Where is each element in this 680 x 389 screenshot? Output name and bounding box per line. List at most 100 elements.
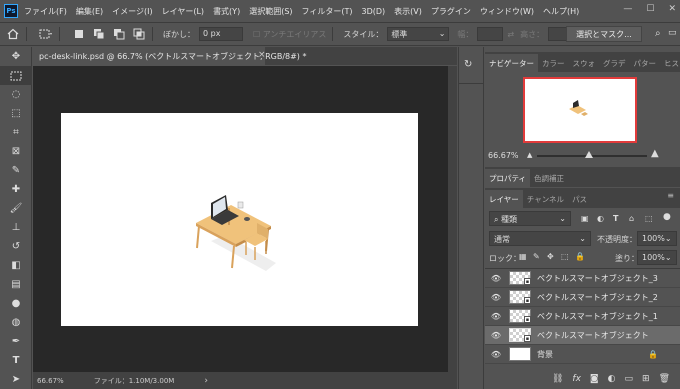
fx-icon[interactable]: fx — [572, 374, 581, 384]
document-tab[interactable]: pc-desk-link.psd @ 66.7% (ベクトルスマートオブジェクト… — [33, 47, 306, 65]
layer-filter-select[interactable]: ⌕ 種類 ⌄ — [489, 211, 571, 226]
zoom-slider-knob[interactable] — [585, 151, 593, 158]
type-tool-icon[interactable]: T — [0, 351, 32, 370]
lock-image-icon[interactable]: ✎ — [533, 252, 540, 261]
home-icon[interactable] — [6, 27, 20, 41]
tab-adjustments[interactable]: 色調補正 — [530, 169, 568, 187]
object-select-tool-icon[interactable]: ⬚ — [0, 104, 32, 123]
menu-type[interactable]: 書式(Y) — [213, 6, 240, 17]
brush-tool-icon[interactable]: 🖌 — [0, 199, 32, 218]
add-selection-icon[interactable] — [92, 27, 106, 41]
dodge-tool-icon[interactable]: ◍ — [0, 313, 32, 332]
lock-all-icon[interactable]: 🔒 — [575, 252, 585, 261]
layers-panel-menu-icon[interactable]: ≡ — [667, 191, 674, 200]
tab-properties[interactable]: プロパティ — [485, 169, 531, 187]
layer-row[interactable]: 👁 ▪ ベクトルスマートオブジェクト_3 — [485, 269, 680, 288]
zoom-out-icon[interactable]: ▲ — [527, 151, 532, 159]
folder-icon[interactable]: ▭ — [625, 374, 634, 384]
trash-icon[interactable]: 🗑 — [659, 374, 670, 384]
width-input[interactable] — [477, 27, 504, 41]
fill-input[interactable]: 100%⌄ — [637, 250, 677, 265]
menu-edit[interactable]: 編集(E) — [76, 6, 103, 17]
pen-tool-icon[interactable]: ✒ — [0, 332, 32, 351]
rect-marquee-preset-icon[interactable] — [39, 27, 53, 41]
antialias-checkbox[interactable]: ☐ アンチエイリアス — [253, 29, 326, 40]
intersect-selection-icon[interactable] — [132, 27, 146, 41]
tab-paths[interactable]: パス — [568, 190, 591, 208]
new-selection-icon[interactable] — [72, 27, 86, 41]
close-document-icon[interactable]: × — [258, 50, 266, 60]
workspace-icon[interactable]: ▭ — [668, 28, 677, 38]
link-icon[interactable]: ⛓ — [552, 374, 563, 384]
filter-toggle-icon[interactable]: ● — [663, 212, 671, 222]
menu-image[interactable]: イメージ(I) — [112, 6, 152, 17]
opacity-input[interactable]: 100%⌄ — [637, 231, 677, 246]
layer-name[interactable]: ベクトルスマートオブジェクト_1 — [537, 311, 658, 322]
navigator-zoom[interactable]: 66.67% — [488, 151, 519, 160]
zoom-in-icon[interactable]: ▲ — [651, 148, 659, 159]
menu-help[interactable]: ヘルプ(H) — [543, 6, 579, 17]
visibility-eye-icon[interactable]: 👁 — [485, 312, 507, 321]
tab-gradients[interactable]: グラデ — [599, 54, 630, 72]
blur-tool-icon[interactable]: ● — [0, 294, 32, 313]
maximize-button[interactable]: ☐ — [646, 4, 654, 14]
new-layer-icon[interactable]: ⊞ — [642, 374, 650, 384]
move-tool-icon[interactable]: ✥ — [0, 47, 32, 66]
close-button[interactable]: ✕ — [668, 4, 676, 14]
tab-color[interactable]: カラー — [538, 54, 569, 72]
history-brush-tool-icon[interactable]: ↺ — [0, 237, 32, 256]
visibility-eye-icon[interactable]: 👁 — [485, 293, 507, 302]
tab-patterns[interactable]: パター — [630, 54, 661, 72]
layer-row[interactable]: 👁 ▪ ベクトルスマートオブジェクト_1 — [485, 307, 680, 326]
path-select-tool-icon[interactable]: ➤ — [0, 370, 32, 389]
gradient-tool-icon[interactable]: ▤ — [0, 275, 32, 294]
menu-filter[interactable]: フィルター(T) — [302, 6, 353, 17]
menu-plugins[interactable]: プラグイン — [431, 6, 471, 17]
menu-file[interactable]: ファイル(F) — [24, 6, 67, 17]
navigator-preview[interactable] — [523, 77, 637, 143]
crop-tool-icon[interactable]: ⌗ — [0, 123, 32, 142]
layer-row-selected[interactable]: 👁 ▪ ベクトルスマートオブジェクト — [485, 326, 680, 345]
filter-shape-icon[interactable]: ⌂ — [629, 214, 634, 223]
tab-swatches[interactable]: スウォ — [569, 54, 600, 72]
tab-navigator[interactable]: ナビゲーター — [485, 54, 538, 72]
mask-icon[interactable]: ◙ — [590, 374, 599, 384]
visibility-eye-icon[interactable]: 👁 — [485, 331, 507, 340]
layer-name[interactable]: ベクトルスマートオブジェクト — [537, 330, 649, 341]
zoom-level[interactable]: 66.67% — [37, 377, 64, 385]
select-and-mask-button[interactable]: 選択とマスク... — [566, 26, 642, 42]
subtract-selection-icon[interactable] — [112, 27, 126, 41]
tab-layers[interactable]: レイヤー — [485, 190, 523, 208]
tab-history[interactable]: ヒストリ — [660, 54, 680, 72]
eraser-tool-icon[interactable]: ◧ — [0, 256, 32, 275]
swap-icon[interactable]: ⇄ — [507, 30, 514, 39]
minimize-button[interactable]: — — [623, 4, 632, 14]
lock-artboard-icon[interactable]: ⬚ — [561, 252, 569, 261]
status-menu-arrow[interactable]: › — [204, 376, 208, 386]
menu-layer[interactable]: レイヤー(L) — [162, 6, 204, 17]
menu-select[interactable]: 選択範囲(S) — [249, 6, 292, 17]
blend-mode-select[interactable]: 通常 ⌄ — [489, 231, 591, 246]
frame-tool-icon[interactable]: ⊠ — [0, 142, 32, 161]
lock-transparent-icon[interactable]: ▦ — [519, 252, 527, 261]
tab-channels[interactable]: チャンネル — [523, 190, 568, 208]
rect-marquee-tool-icon[interactable] — [0, 66, 32, 85]
lasso-tool-icon[interactable]: ◌ — [0, 85, 32, 104]
history-panel-icon[interactable]: ↻ — [464, 59, 472, 70]
file-info[interactable]: ファイル：1.10M/3.00M — [94, 376, 175, 386]
layer-row[interactable]: 👁 ▪ ベクトルスマートオブジェクト_2 — [485, 288, 680, 307]
visibility-eye-icon[interactable]: 👁 — [485, 350, 507, 359]
document-canvas[interactable] — [61, 113, 418, 326]
menu-view[interactable]: 表示(V) — [394, 6, 422, 17]
eyedropper-tool-icon[interactable]: ✎ — [0, 161, 32, 180]
filter-smart-icon[interactable]: ⬚ — [645, 214, 653, 223]
feather-input[interactable]: 0 px — [199, 27, 243, 41]
layer-name[interactable]: ベクトルスマートオブジェクト_3 — [537, 273, 658, 284]
vertical-scrollbar[interactable] — [448, 66, 457, 372]
search-icon[interactable]: ⌕ — [655, 28, 661, 39]
filter-adjust-icon[interactable]: ◐ — [597, 214, 604, 223]
lock-position-icon[interactable]: ✥ — [547, 252, 554, 261]
style-select[interactable]: 標準 ⌄ — [387, 27, 450, 41]
visibility-eye-icon[interactable]: 👁 — [485, 274, 507, 283]
filter-type-icon[interactable]: T — [613, 214, 618, 223]
